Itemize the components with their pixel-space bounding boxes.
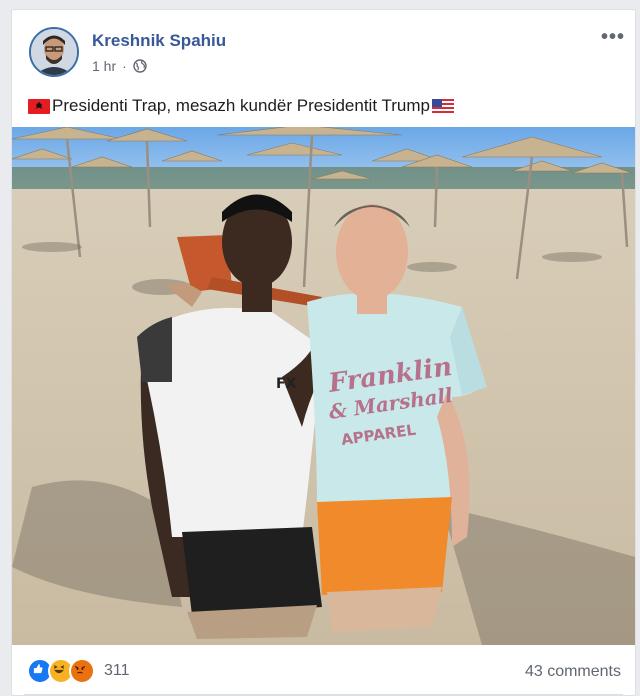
usa-flag-icon	[431, 98, 454, 114]
beach-photo: FX Franklin & Marshall APPAREL	[12, 127, 635, 645]
sleeve-logo: FX	[276, 376, 297, 392]
post-footer: 311 43 comments	[12, 645, 635, 695]
avatar-image	[31, 29, 77, 75]
post-meta: 1 hr ·	[92, 58, 147, 74]
caption-text: Presidenti Trap, mesazh kundër President…	[52, 96, 430, 115]
post-card: Kreshnik Spahiu 1 hr · ••• Presidenti Tr…	[11, 9, 636, 696]
meta-separator: ·	[122, 58, 127, 74]
author-avatar[interactable]	[29, 27, 79, 77]
reaction-count: 311	[104, 662, 130, 679]
angry-icon	[69, 658, 95, 684]
author-name[interactable]: Kreshnik Spahiu	[92, 31, 226, 51]
reactions-summary[interactable]: 311	[27, 658, 130, 684]
post-caption: Presidenti Trap, mesazh kundër President…	[28, 96, 454, 116]
post-photo[interactable]: FX Franklin & Marshall APPAREL	[12, 127, 635, 645]
comments-count-link[interactable]: 43 comments	[525, 663, 621, 681]
albania-flag-icon	[28, 98, 50, 114]
globe-icon[interactable]	[133, 59, 147, 73]
post-options-button[interactable]: •••	[601, 26, 625, 49]
footer-divider	[24, 694, 623, 695]
post-timestamp[interactable]: 1 hr	[92, 58, 116, 74]
